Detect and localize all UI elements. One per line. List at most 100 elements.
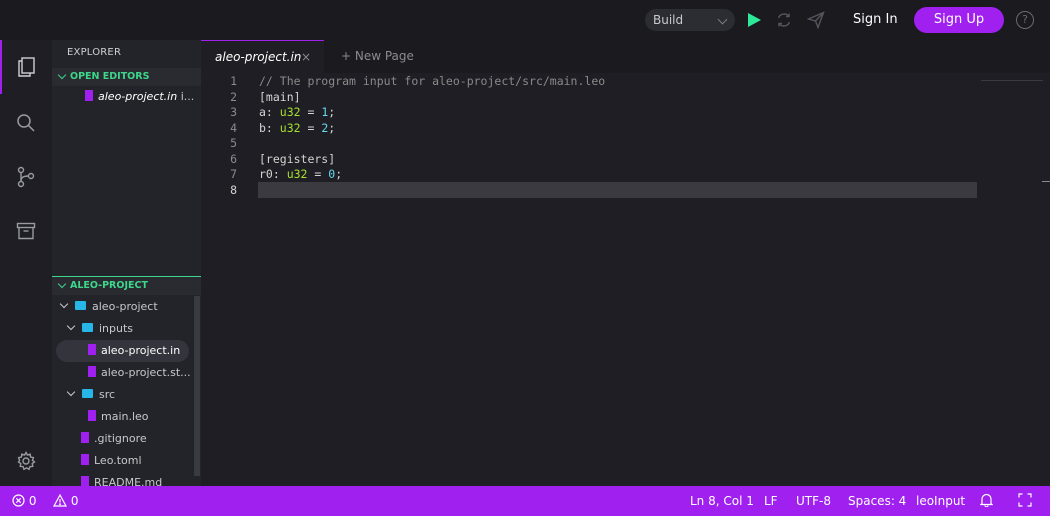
tree-label: aleo-project.in <box>101 344 181 357</box>
search-icon <box>17 114 35 132</box>
tree-file-readme[interactable]: README.md <box>81 472 162 486</box>
cursor-position[interactable]: Ln 8, Col 1 <box>690 493 754 509</box>
eol-indicator[interactable]: LF <box>764 493 778 509</box>
code-token: = <box>300 120 322 135</box>
fullscreen-icon <box>1018 493 1032 507</box>
explorer-title: EXPLORER <box>67 47 122 58</box>
activity-explorer[interactable] <box>0 40 52 94</box>
line-number: 8 <box>230 182 237 197</box>
tree-file-main-leo[interactable]: main.leo <box>88 406 149 428</box>
refresh-icon <box>777 13 791 27</box>
close-icon[interactable]: × <box>301 50 311 64</box>
tab-aleo-project-in[interactable]: aleo-project.in × <box>201 40 324 73</box>
tree-file-gitignore[interactable]: .gitignore <box>81 428 147 450</box>
code-line-3: a: u32 = 1; <box>259 104 335 120</box>
notifications-button[interactable] <box>979 493 994 509</box>
errors-indicator[interactable]: 0 <box>12 493 36 509</box>
tree-file-leo-toml[interactable]: Leo.toml <box>81 450 142 472</box>
tree-file-aleo-project-state[interactable]: aleo-project.st... <box>88 362 191 384</box>
chevron-down-icon <box>59 299 69 309</box>
sidebar-scrollbar[interactable] <box>194 296 200 476</box>
code-line-1: // The program input for aleo-project/sr… <box>259 74 606 88</box>
line-number: 4 <box>230 120 237 135</box>
file-icon <box>88 410 96 421</box>
tree-label: .gitignore <box>94 432 147 445</box>
code-token: u32 <box>286 167 308 181</box>
send-icon <box>807 11 825 29</box>
help-icon[interactable]: ? <box>1016 11 1034 29</box>
code-editor[interactable]: 1 2 3 4 5 6 7 8 // The program input for… <box>201 73 1050 486</box>
open-editors-header[interactable]: OPEN EDITORS <box>52 68 201 86</box>
tree-label: Leo.toml <box>94 454 142 467</box>
warning-icon <box>52 493 68 507</box>
refresh-button[interactable] <box>774 10 794 30</box>
code-line-4: b: u32 = 2; <box>259 120 335 136</box>
tree-folder-src[interactable]: src <box>66 384 116 406</box>
open-editors-title: OPEN EDITORS <box>70 71 150 82</box>
deploy-button[interactable] <box>806 10 826 30</box>
warnings-indicator[interactable]: 0 <box>52 493 79 509</box>
line-number: 7 <box>230 167 237 181</box>
project-header[interactable]: ALEO-PROJECT <box>52 277 201 295</box>
indentation-indicator[interactable]: Spaces: 4 <box>848 493 906 509</box>
code-token: ; <box>328 120 336 135</box>
tree-label: inputs <box>99 322 134 335</box>
bell-icon <box>979 493 994 508</box>
overview-ruler-mark <box>1042 181 1050 182</box>
code-line-2: [main] <box>259 89 301 104</box>
error-count: 0 <box>28 494 37 508</box>
language-mode[interactable]: leoInput <box>916 493 965 509</box>
build-select[interactable]: Build <box>645 9 735 31</box>
file-icon <box>81 476 89 486</box>
line-number: 6 <box>230 151 237 166</box>
tree-file-aleo-project-in[interactable]: aleo-project.in <box>56 340 189 362</box>
warning-count: 0 <box>70 494 79 508</box>
tree-label: README.md <box>94 476 163 486</box>
activity-archive[interactable] <box>0 204 52 258</box>
code-line-6: [registers] <box>259 151 336 166</box>
activity-settings[interactable] <box>0 434 52 488</box>
code-token: r0: <box>259 167 287 181</box>
sign-in-button[interactable]: Sign In <box>853 10 898 30</box>
open-editor-item[interactable]: aleo-project.in i... <box>85 86 197 108</box>
tree-label: aleo-project <box>92 300 158 313</box>
project-title: ALEO-PROJECT <box>70 280 148 291</box>
status-bar: 0 0 Ln 8, Col 1 LF UTF-8 Spaces: 4 leoIn… <box>0 486 1050 516</box>
folder-icon <box>75 301 86 310</box>
chevron-down-icon <box>57 70 67 80</box>
explorer-sidebar: EXPLORER OPEN EDITORS aleo-project.in i.… <box>52 40 201 486</box>
tab-label: aleo-project.in <box>215 50 302 64</box>
tree-label: src <box>99 388 116 401</box>
tree-folder-inputs[interactable]: inputs <box>66 318 134 340</box>
file-icon <box>81 432 89 443</box>
code-token: = <box>300 105 322 119</box>
fullscreen-button[interactable] <box>1018 493 1032 509</box>
archive-icon <box>16 222 36 240</box>
activity-source-control[interactable] <box>0 150 52 204</box>
activity-bar <box>0 40 52 486</box>
code-token: a: <box>259 105 280 119</box>
activity-search[interactable] <box>0 96 52 150</box>
code-token: u32 <box>279 120 301 135</box>
app-window: Build Sign In Sign Up ? EXPLORER OPEN ED… <box>0 0 1050 516</box>
line-number: 3 <box>230 105 237 119</box>
file-icon <box>81 454 89 465</box>
code-token: b: <box>259 120 280 135</box>
new-page-button[interactable]: + New Page <box>341 49 414 63</box>
chevron-down-icon <box>717 14 728 25</box>
tree-label: main.leo <box>101 410 149 423</box>
minimap[interactable] <box>981 73 1043 81</box>
tree-label: aleo-project.st... <box>101 366 191 379</box>
settings-icon <box>17 451 36 471</box>
play-icon <box>748 13 761 27</box>
sign-up-button[interactable]: Sign Up <box>914 7 1004 33</box>
code-token: = <box>307 167 329 181</box>
line-number: 2 <box>230 89 237 104</box>
open-editor-suffix: i... <box>180 90 195 103</box>
current-line-highlight <box>258 182 977 198</box>
tree-folder-aleo-project[interactable]: aleo-project <box>59 296 158 318</box>
line-number: 1 <box>230 74 237 88</box>
run-button[interactable] <box>744 10 764 30</box>
line-number: 5 <box>230 136 237 150</box>
encoding-indicator[interactable]: UTF-8 <box>796 493 831 509</box>
